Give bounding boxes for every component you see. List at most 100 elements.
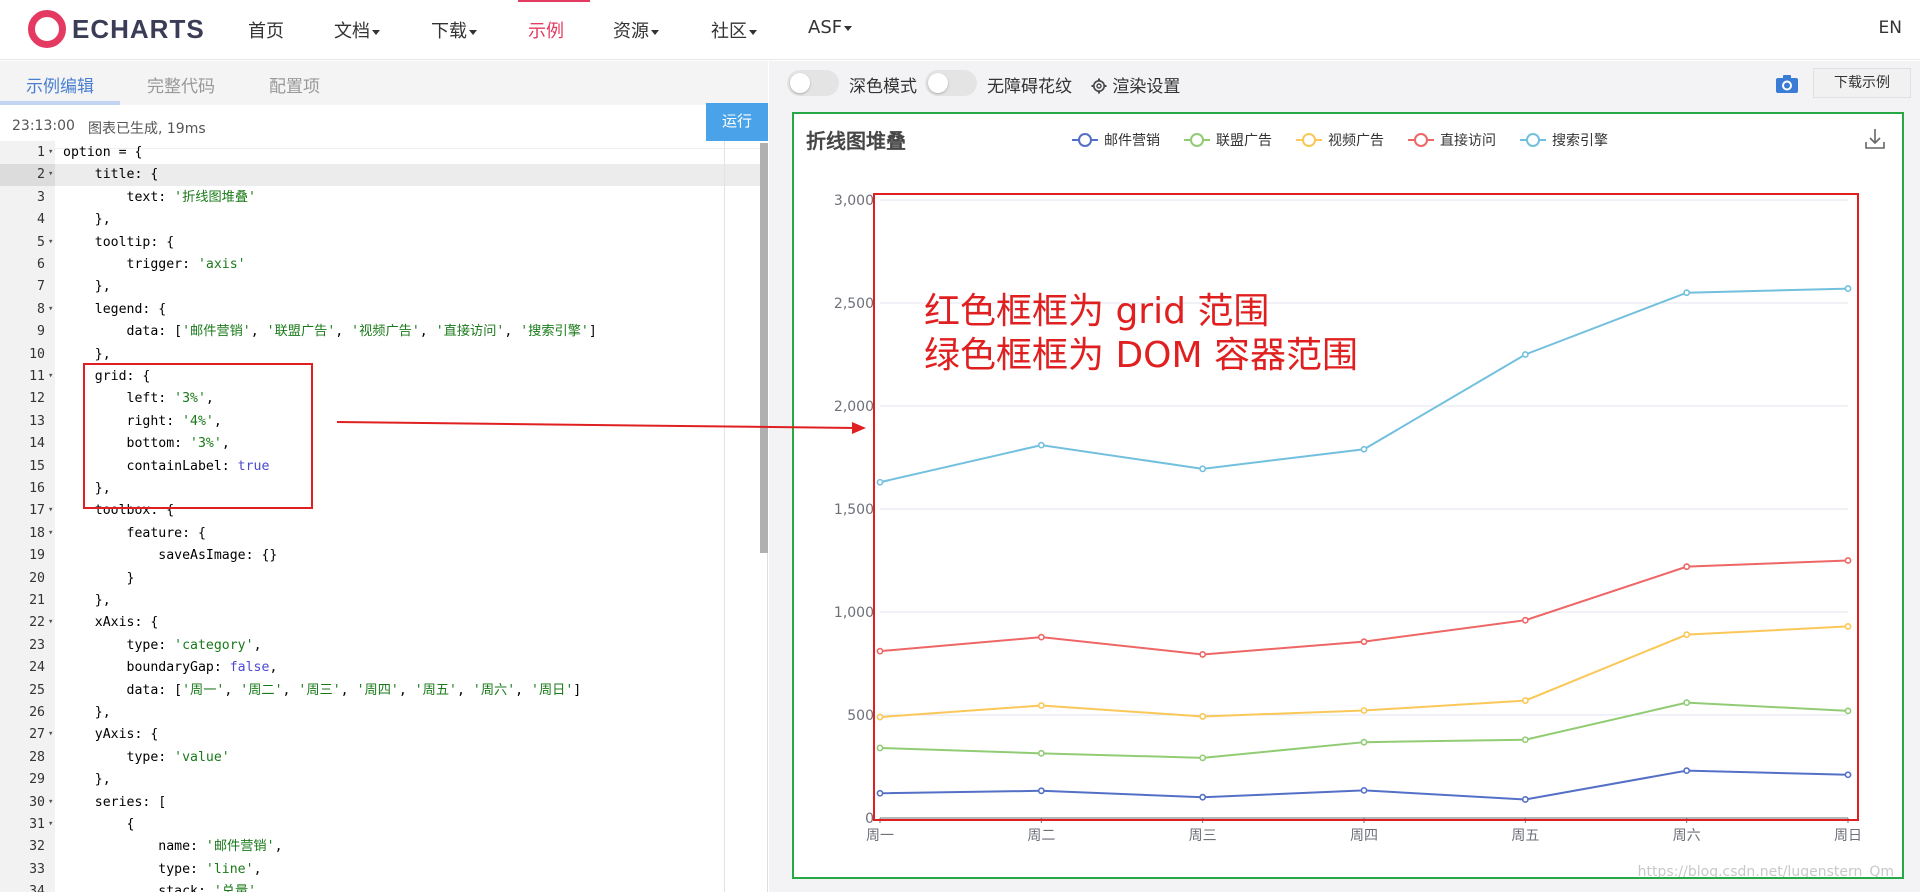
chart-title: 折线图堆叠 xyxy=(806,129,906,153)
data-point xyxy=(1037,633,1045,641)
data-point xyxy=(1683,699,1691,707)
top-nav: ECHARTS 首页 文档 下载 示例 资源 社区 ASF EN xyxy=(0,0,1920,60)
data-point xyxy=(1360,707,1368,714)
nav-item-0[interactable]: 首页 xyxy=(248,17,284,43)
logo-text: ECHARTS xyxy=(72,14,205,44)
line-number: 29 xyxy=(29,772,45,788)
annotation-dom-range: 绿色框框为 DOM 容器范围 xyxy=(924,335,1358,376)
fold-arrow-icon[interactable]: ▾ xyxy=(48,617,53,627)
data-point xyxy=(1683,289,1691,297)
code-line: } xyxy=(63,570,135,586)
nav-item-label: 社区 xyxy=(711,21,747,42)
data-point xyxy=(1521,351,1529,358)
dark-mode-toggle[interactable] xyxy=(787,70,839,96)
run-button[interactable]: 运行 xyxy=(706,103,768,141)
nav-item-3[interactable]: 示例 xyxy=(528,17,564,43)
data-point xyxy=(1199,465,1207,473)
decal-toggle[interactable] xyxy=(925,70,977,96)
render-settings-button[interactable]: 渲染设置 xyxy=(1091,72,1180,97)
nav-item-2[interactable]: 下载 xyxy=(431,17,477,43)
caret-down-icon xyxy=(749,29,757,35)
y-tick-label: 2,000 xyxy=(834,399,874,415)
line-number: 17 xyxy=(29,503,45,519)
legend-marker-icon xyxy=(1190,133,1204,147)
tab-config[interactable]: 配置项 xyxy=(269,72,320,97)
line-number: 34 xyxy=(29,884,45,892)
line-number: 31 xyxy=(29,817,45,832)
nav-item-label: ASF xyxy=(808,17,843,38)
nav-item-6[interactable]: ASF xyxy=(808,17,853,38)
fold-arrow-icon[interactable]: ▾ xyxy=(48,819,53,829)
fold-arrow-icon[interactable]: ▾ xyxy=(48,528,53,538)
data-point xyxy=(1360,638,1368,646)
data-point xyxy=(1037,749,1045,757)
code-line: trigger: 'axis' xyxy=(63,257,246,272)
code-line: legend: { xyxy=(63,301,167,317)
fold-arrow-icon[interactable]: ▾ xyxy=(48,147,53,157)
data-point xyxy=(876,647,884,655)
code-line: { xyxy=(63,817,135,832)
fold-arrow-icon[interactable]: ▾ xyxy=(48,729,53,739)
legend-marker-icon xyxy=(1526,133,1540,147)
print-margin xyxy=(724,141,725,892)
line-number: 14 xyxy=(29,436,45,452)
data-point xyxy=(1199,754,1207,762)
editor-scrollbar[interactable] xyxy=(760,143,768,553)
x-tick-label: 周日 xyxy=(1834,828,1862,844)
series-line-0 xyxy=(879,769,1849,801)
toggle-knob xyxy=(928,73,948,93)
echarts-logo[interactable]: ECHARTS xyxy=(28,10,208,50)
language-switch[interactable]: EN xyxy=(1879,18,1902,38)
legend-marker-icon xyxy=(1302,133,1316,147)
code-line: boundaryGap: false, xyxy=(63,660,278,676)
y-tick-label: 2,500 xyxy=(834,296,874,312)
nav-item-1[interactable]: 文档 xyxy=(334,17,380,43)
line-number: 8 xyxy=(37,301,45,317)
fold-arrow-icon[interactable]: ▾ xyxy=(48,797,53,807)
code-line: type: 'value' xyxy=(63,749,230,765)
code-line: }, xyxy=(63,705,111,720)
code-line: type: 'category', xyxy=(63,637,262,653)
y-tick-label: 500 xyxy=(847,708,874,724)
data-point xyxy=(1521,616,1529,624)
line-number: 32 xyxy=(29,839,45,855)
fold-arrow-icon[interactable]: ▾ xyxy=(48,505,53,515)
data-point xyxy=(1360,445,1368,453)
data-point xyxy=(1360,738,1368,746)
data-point xyxy=(1521,796,1529,803)
download-icon[interactable] xyxy=(1865,129,1885,149)
line-number: 27 xyxy=(29,727,45,743)
toggle-knob xyxy=(790,73,810,93)
line-number: 4 xyxy=(37,212,45,228)
nav-item-4[interactable]: 资源 xyxy=(613,17,659,43)
download-example-button[interactable]: 下载示例 xyxy=(1813,68,1911,98)
nav-item-5[interactable]: 社区 xyxy=(711,17,757,43)
fold-arrow-icon[interactable]: ▾ xyxy=(48,237,53,247)
line-number: 24 xyxy=(29,660,45,676)
nav-item-label: 示例 xyxy=(528,21,564,42)
legend-label: 联盟广告 xyxy=(1216,133,1272,149)
data-point xyxy=(1037,441,1045,449)
line-number: 30 xyxy=(29,794,45,810)
code-editor[interactable]: 1 ▾ 2 ▾ 3 4 5 ▾ 6 7 8 ▾ 9 10 11 ▾ 12 13 14 15 16 17 ▾ 18 ▾ 19 20 21… xyxy=(0,141,760,892)
data-point xyxy=(1037,702,1045,709)
data-point xyxy=(1844,285,1852,292)
line-number: 9 xyxy=(37,324,45,340)
annotation-grid-range: 红色框框为 grid 范围 xyxy=(924,291,1269,332)
x-tick-label: 周二 xyxy=(1027,828,1055,844)
line-number: 28 xyxy=(29,749,45,765)
code-line: data: ['邮件营销', '联盟广告', '视频广告', '直接访问', '… xyxy=(63,324,597,340)
camera-icon[interactable] xyxy=(1775,74,1799,94)
x-tick-label: 周一 xyxy=(866,828,894,844)
line-number: 26 xyxy=(29,705,45,720)
status-message: 图表已生成, 19ms xyxy=(88,121,206,137)
tab-example-edit[interactable]: 示例编辑 xyxy=(26,72,94,97)
code-line: tooltip: { xyxy=(63,234,175,250)
data-point xyxy=(1844,707,1852,715)
fold-arrow-icon[interactable]: ▾ xyxy=(48,169,53,179)
tab-full-code[interactable]: 完整代码 xyxy=(147,72,215,97)
fold-arrow-icon[interactable]: ▾ xyxy=(48,371,53,381)
y-tick-label: 1,500 xyxy=(834,502,874,518)
fold-arrow-icon[interactable]: ▾ xyxy=(48,304,53,314)
data-point xyxy=(1844,623,1852,630)
